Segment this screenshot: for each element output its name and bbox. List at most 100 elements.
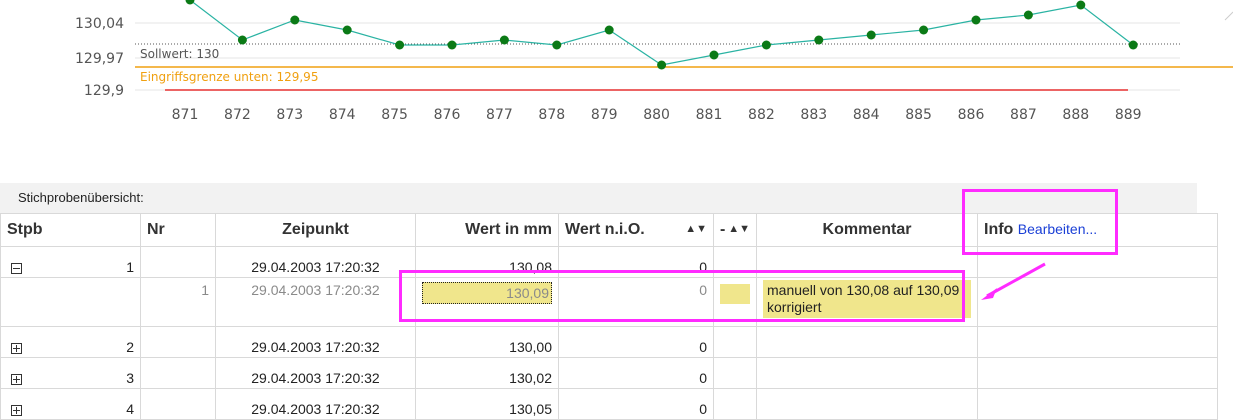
zeit-cell: 29.04.2003 17:20:32 — [215, 246, 416, 278]
data-point — [1076, 0, 1086, 10]
control-chart: 130,04 129,97 129,9 Sollwert: 130 Eingriffsg… — [75, 0, 1233, 123]
table-row[interactable]: 4 29.04.2003 17:20:32 130,05 0 — [0, 388, 1218, 420]
sub-row[interactable]: 1 29.04.2003 17:20:32 130,09 0 manuell v… — [0, 277, 1218, 327]
data-point — [1023, 10, 1033, 20]
comment-text[interactable]: manuell von 130,08 auf 130,09 korrigiert — [763, 280, 971, 318]
info-cell — [977, 326, 1218, 358]
data-point — [447, 40, 457, 50]
stpb-number: 3 — [126, 370, 134, 386]
x-tick-label: 878 — [538, 107, 565, 123]
wert-cell[interactable]: 130,09 — [415, 277, 559, 327]
wert-cell: 130,00 — [415, 326, 559, 358]
x-tick-label: 872 — [224, 107, 251, 123]
data-point — [395, 40, 405, 50]
x-tick-label: 889 — [1115, 107, 1142, 123]
dash-cell — [713, 388, 757, 420]
stpb-cell[interactable]: 4 — [0, 388, 141, 420]
dash-cell — [713, 357, 757, 389]
x-tick-label: 887 — [1010, 107, 1037, 123]
stpb-cell[interactable]: 3 — [0, 357, 141, 389]
data-point — [709, 50, 719, 60]
zeit-cell: 29.04.2003 17:20:32 — [215, 277, 416, 327]
nio-cell: 0 — [558, 277, 714, 327]
x-tick-label: 883 — [800, 107, 827, 123]
x-tick-label: 871 — [172, 107, 199, 123]
nr-cell — [140, 326, 216, 358]
edit-link[interactable]: Bearbeiten... — [1018, 221, 1097, 237]
nio-cell: 0 — [558, 388, 714, 420]
table-row[interactable]: 3 29.04.2003 17:20:32 130,02 0 — [0, 357, 1218, 389]
nr-cell: 1 — [140, 277, 216, 327]
expand-icon[interactable] — [11, 373, 22, 385]
data-point — [604, 25, 614, 35]
dash-cell — [713, 277, 757, 327]
col-info[interactable]: Info Bearbeiten... — [977, 213, 1218, 247]
x-tick-label: 881 — [696, 107, 723, 123]
stpb-cell[interactable]: 2 — [0, 326, 141, 358]
color-swatch — [720, 284, 750, 304]
wert-cell: 130,05 — [415, 388, 559, 420]
kommentar-cell[interactable]: manuell von 130,08 auf 130,09 korrigiert — [756, 277, 978, 327]
col-kommentar[interactable]: Kommentar — [756, 213, 978, 247]
data-point — [552, 40, 562, 50]
x-tick-label: 885 — [905, 107, 932, 123]
data-point — [657, 60, 667, 70]
series-line — [189, 0, 1134, 66]
y-tick-label: 129,9 — [84, 83, 124, 99]
stpb-cell — [0, 277, 141, 327]
col-dash[interactable]: - ▲▼ — [713, 213, 757, 247]
table-header: Stpb Nr Zeipunkt Wert in mm Wert n.i.O. ▲… — [0, 213, 1218, 247]
table-row[interactable]: 1 29.04.2003 17:20:32 130,08 0 — [0, 246, 1218, 278]
col-wert-nio[interactable]: Wert n.i.O. ▲▼ — [558, 213, 714, 247]
wert-cell: 130,02 — [415, 357, 559, 389]
info-cell — [977, 388, 1218, 420]
col-wert[interactable]: Wert in mm — [415, 213, 559, 247]
info-cell — [977, 277, 1218, 327]
expand-icon[interactable] — [11, 404, 22, 416]
data-point — [185, 0, 195, 5]
info-cell — [977, 246, 1218, 278]
sort-arrows-icon[interactable]: ▲▼ — [685, 223, 707, 235]
stpb-cell[interactable]: 1 — [0, 246, 141, 278]
data-point — [499, 35, 509, 45]
col-stpb[interactable]: Stpb — [0, 213, 141, 247]
col-dash-label: - — [720, 221, 726, 238]
col-zeitpunkt[interactable]: Zeipunkt — [215, 213, 416, 247]
data-point — [971, 15, 981, 25]
kommentar-cell — [756, 326, 978, 358]
sort-arrows-icon[interactable]: ▲▼ — [728, 223, 750, 235]
x-tick-label: 874 — [329, 107, 356, 123]
x-tick-label: 876 — [434, 107, 461, 123]
sollwert-label: Sollwert: 130 — [140, 47, 219, 61]
kommentar-cell — [756, 246, 978, 278]
col-info-label: Info — [984, 221, 1014, 238]
data-point — [814, 35, 824, 45]
nio-cell: 0 — [558, 357, 714, 389]
x-tick-label: 884 — [853, 107, 880, 123]
zeit-cell: 29.04.2003 17:20:32 — [215, 357, 416, 389]
stpb-number: 4 — [126, 401, 134, 417]
data-point — [290, 15, 300, 25]
expand-icon[interactable] — [11, 342, 22, 354]
eingriff-label: Eingriffsgrenze unten: 129,95 — [140, 70, 318, 84]
x-tick-label: 875 — [381, 107, 408, 123]
data-point — [919, 25, 929, 35]
data-point — [761, 40, 771, 50]
stpb-number: 2 — [126, 339, 134, 355]
data-point — [342, 25, 352, 35]
kommentar-cell — [756, 357, 978, 389]
data-point — [1128, 40, 1138, 50]
collapse-icon[interactable] — [11, 262, 22, 274]
stpb-number: 1 — [126, 259, 134, 275]
nio-cell: 0 — [558, 326, 714, 358]
nr-cell — [140, 357, 216, 389]
x-tick-label: 888 — [1062, 107, 1089, 123]
table-row[interactable]: 2 29.04.2003 17:20:32 130,00 0 — [0, 326, 1218, 358]
nr-cell — [140, 388, 216, 420]
kommentar-cell — [756, 388, 978, 420]
nr-cell — [140, 246, 216, 278]
corner-mark — [1224, 11, 1233, 21]
corrected-value[interactable]: 130,09 — [422, 282, 552, 304]
col-nr[interactable]: Nr — [140, 213, 216, 247]
nio-cell: 0 — [558, 246, 714, 278]
